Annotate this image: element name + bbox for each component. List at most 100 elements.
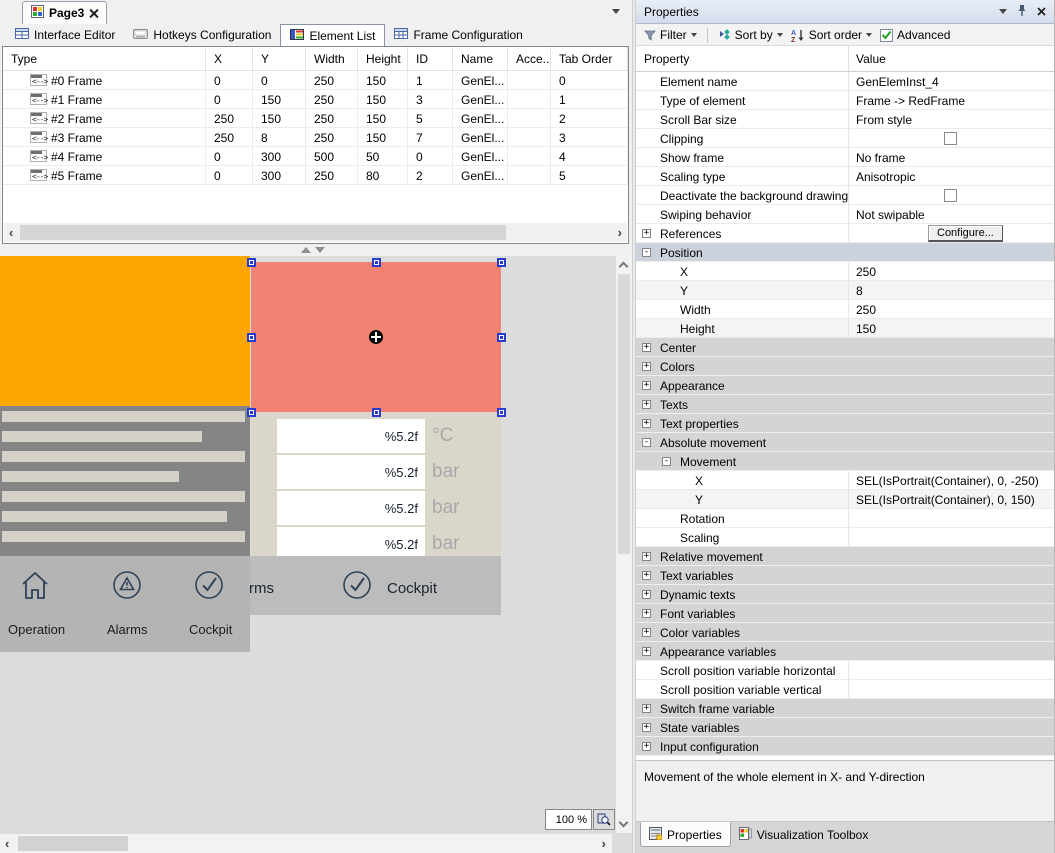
property-row[interactable]: Scaling typeAnisotropic [636, 167, 1054, 186]
sort-by-button[interactable]: Sort by [716, 28, 785, 42]
property-row[interactable]: +Text properties [636, 414, 1054, 433]
tab-hotkeys-configuration[interactable]: Hotkeys Configuration [124, 24, 280, 46]
tab-frame-configuration[interactable]: Frame Configuration [385, 24, 531, 46]
property-value[interactable]: Configure... [848, 224, 1054, 242]
property-row[interactable]: Type of elementFrame -> RedFrame [636, 91, 1054, 110]
check-circle-icon[interactable] [194, 570, 224, 603]
column-header[interactable]: Y [253, 47, 306, 71]
visualization-canvas[interactable]: %5.2f °C %5.2f bar %5.2f bar %5.2f bar r… [0, 256, 632, 853]
property-row[interactable]: +Appearance variables [636, 642, 1054, 661]
configure-button[interactable]: Configure... [928, 225, 1003, 242]
expand-icon[interactable]: + [642, 362, 651, 371]
property-row[interactable]: Scaling [636, 528, 1054, 547]
property-row[interactable]: -Position [636, 243, 1054, 262]
property-value[interactable] [848, 661, 1054, 679]
scroll-right-icon[interactable]: › [618, 223, 622, 242]
property-row[interactable]: +Switch frame variable [636, 699, 1054, 718]
numeric-input[interactable]: %5.2f [277, 419, 425, 453]
property-value[interactable]: Anisotropic [848, 167, 1054, 185]
property-value[interactable]: 150 [848, 319, 1054, 337]
column-header[interactable]: Width [306, 47, 358, 71]
scroll-up-icon[interactable] [619, 262, 629, 272]
tab-interface-editor[interactable]: Interface Editor [6, 24, 124, 46]
property-row[interactable]: -Movement [636, 452, 1054, 471]
scroll-right-icon[interactable]: › [602, 834, 606, 853]
property-value[interactable] [848, 509, 1054, 527]
property-row[interactable]: Swiping behaviorNot swipable [636, 205, 1054, 224]
property-value[interactable]: SEL(IsPortrait(Container), 0, 150) [848, 490, 1054, 508]
nav-label-alarms[interactable]: Alarms [107, 622, 147, 637]
tab-properties[interactable]: Properties [640, 822, 731, 847]
value-column-header[interactable]: Value [848, 46, 1054, 71]
nav-label-cockpit[interactable]: Cockpit [189, 622, 232, 637]
property-column-header[interactable]: Property [644, 52, 689, 66]
property-row[interactable]: Element nameGenElemInst_4 [636, 72, 1054, 91]
selection-handle[interactable] [497, 258, 506, 267]
property-row[interactable]: +Appearance [636, 376, 1054, 395]
column-header[interactable]: X [206, 47, 253, 71]
property-row[interactable]: XSEL(IsPortrait(Container), 0, -250) [636, 471, 1054, 490]
splitter-down-icon[interactable] [315, 247, 325, 253]
property-value[interactable]: GenElemInst_4 [848, 72, 1054, 90]
scrollbar-thumb[interactable] [618, 274, 630, 554]
property-value[interactable] [848, 528, 1054, 546]
property-row[interactable]: Scroll position variable horizontal [636, 661, 1054, 680]
table-row[interactable]: #4 Frame0300500500GenEl...4 [3, 147, 628, 166]
selection-center-crosshair[interactable] [369, 330, 383, 344]
property-row[interactable]: +Font variables [636, 604, 1054, 623]
property-row[interactable]: +State variables [636, 718, 1054, 737]
checkbox-unchecked[interactable] [944, 132, 957, 145]
checkbox-unchecked[interactable] [944, 189, 957, 202]
property-row[interactable]: Clipping [636, 129, 1054, 148]
orange-frame-element[interactable] [0, 256, 250, 406]
property-value[interactable]: No frame [848, 148, 1054, 166]
close-tab-icon[interactable] [89, 9, 98, 18]
column-header[interactable]: Height [358, 47, 408, 71]
advanced-checkbox[interactable]: Advanced [878, 28, 952, 42]
property-row[interactable]: +Text variables [636, 566, 1054, 585]
property-row[interactable]: X250 [636, 262, 1054, 281]
doc-tab-page3[interactable]: Page3 [22, 1, 107, 24]
checkbox-checked-icon[interactable] [880, 29, 893, 42]
expand-icon[interactable]: + [642, 419, 651, 428]
scrollbar-thumb[interactable] [18, 836, 128, 851]
expand-icon[interactable]: + [642, 723, 651, 732]
tab-list-dropdown-icon[interactable] [612, 9, 620, 14]
selection-handle[interactable] [247, 333, 256, 342]
canvas-horizontal-scrollbar[interactable]: ‹ › [0, 834, 612, 853]
property-value[interactable] [848, 129, 1054, 147]
collapse-icon[interactable]: - [642, 438, 651, 447]
property-value[interactable]: Not swipable [848, 205, 1054, 223]
property-row[interactable]: Deactivate the background drawing [636, 186, 1054, 205]
table-horizontal-scrollbar[interactable]: ‹ › [4, 223, 627, 242]
property-value[interactable]: 8 [848, 281, 1054, 299]
property-value[interactable]: 250 [848, 262, 1054, 280]
canvas-vertical-scrollbar[interactable] [616, 256, 632, 833]
numeric-input[interactable]: %5.2f [277, 491, 425, 525]
expand-icon[interactable]: + [642, 609, 651, 618]
property-row[interactable]: Show frameNo frame [636, 148, 1054, 167]
check-circle-icon[interactable] [342, 570, 372, 603]
property-row[interactable]: +ReferencesConfigure... [636, 224, 1054, 243]
expand-icon[interactable]: + [642, 552, 651, 561]
zoom-magnifier-button[interactable] [593, 809, 615, 830]
property-row[interactable]: Width250 [636, 300, 1054, 319]
home-icon[interactable] [20, 570, 50, 605]
property-row[interactable]: +Relative movement [636, 547, 1054, 566]
expand-icon[interactable]: + [642, 381, 651, 390]
sort-order-button[interactable]: AZ Sort order [789, 28, 874, 42]
column-header[interactable]: Acce... [508, 47, 551, 71]
expand-icon[interactable]: + [642, 628, 651, 637]
property-row[interactable]: +Colors [636, 357, 1054, 376]
property-value[interactable]: From style [848, 110, 1054, 128]
property-value[interactable] [848, 186, 1054, 204]
selection-handle[interactable] [247, 408, 256, 417]
selection-handle[interactable] [372, 408, 381, 417]
property-value[interactable]: 250 [848, 300, 1054, 318]
table-row[interactable]: #0 Frame002501501GenEl...0 [3, 71, 628, 90]
selection-handle[interactable] [372, 258, 381, 267]
property-row[interactable]: Height150 [636, 319, 1054, 338]
column-header[interactable]: Type [3, 47, 206, 71]
expand-icon[interactable]: + [642, 229, 651, 238]
property-row[interactable]: Y8 [636, 281, 1054, 300]
